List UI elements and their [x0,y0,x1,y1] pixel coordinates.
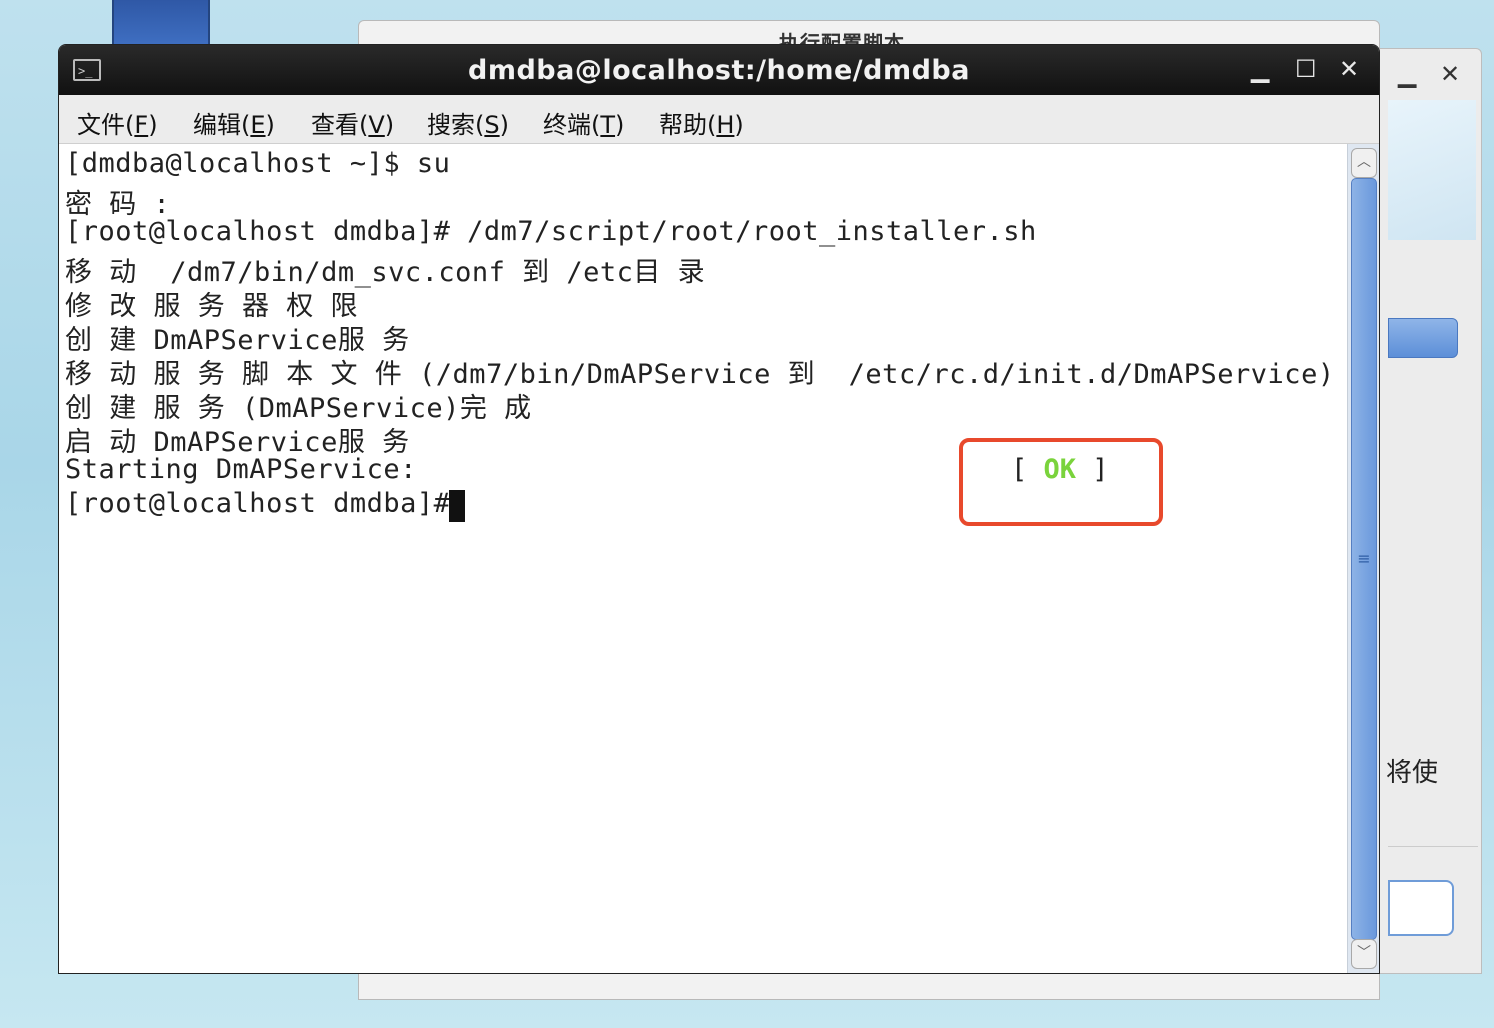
menu-bar: 文件(F) 编辑(E) 查看(V) 搜索(S) 终端(T) 帮助(H) [59,95,1379,144]
minimize-icon[interactable]: ▁ [1398,60,1416,88]
scrollbar-thumb[interactable]: ≡ [1351,178,1377,940]
menu-search[interactable]: 搜索(S) [427,105,509,140]
terminal-titlebar[interactable]: >_ dmdba@localhost:/home/dmdba ▁ ☐ ✕ [59,45,1379,95]
menu-edit[interactable]: 编辑(E) [193,105,275,140]
window-title: dmdba@localhost:/home/dmdba [468,55,970,86]
terminal-output[interactable]: [dmdba@localhost ~]$ su 密 码 : [root@loca… [59,144,1347,973]
ok-highlight-box [959,438,1163,526]
divider [1388,846,1478,847]
close-icon[interactable]: ✕ [1440,60,1460,88]
terminal-window: >_ dmdba@localhost:/home/dmdba ▁ ☐ ✕ 文件(… [58,44,1380,974]
installer-banner-image [1388,100,1476,240]
text-cursor [449,490,465,522]
terminal-prompt: [root@localhost dmdba]# [65,488,451,519]
maximize-button[interactable]: ☐ [1295,55,1317,83]
menu-help[interactable]: 帮助(H) [659,105,744,140]
partial-button[interactable] [1388,880,1454,936]
scroll-down-icon[interactable]: ﹀ [1351,939,1377,969]
minimize-button[interactable]: ▁ [1251,55,1269,83]
terminal-line: [dmdba@localhost ~]$ su [65,148,451,179]
scroll-up-icon[interactable]: ︿ [1351,148,1377,178]
grip-icon: ≡ [1357,549,1371,568]
vertical-scrollbar[interactable]: ︿ ≡ ﹀ [1347,144,1379,973]
terminal-line: Starting DmAPService: [65,454,417,485]
desktop-icon[interactable] [112,0,210,48]
progress-bar [1388,318,1458,358]
close-button[interactable]: ✕ [1339,55,1359,83]
menu-view[interactable]: 查看(V) [311,105,394,140]
menu-terminal[interactable]: 终端(T) [543,105,624,140]
terminal-line: [root@localhost dmdba]# /dm7/script/root… [65,216,1037,247]
menu-file[interactable]: 文件(F) [77,105,158,140]
partial-label: 将使 [1386,758,1439,788]
